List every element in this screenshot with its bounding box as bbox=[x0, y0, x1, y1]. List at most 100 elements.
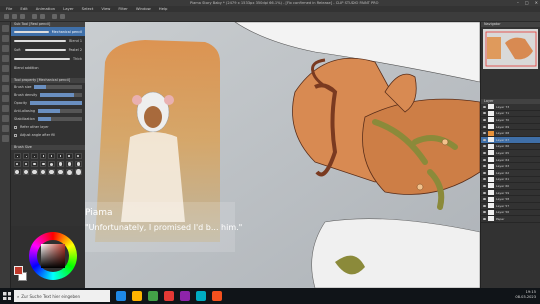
eye-icon[interactable] bbox=[483, 165, 486, 168]
layer-row[interactable]: Layer 58 bbox=[481, 196, 540, 203]
property-brush-density[interactable]: Brush density bbox=[11, 91, 85, 99]
maximize-button[interactable]: □ bbox=[525, 0, 529, 5]
layer-row[interactable]: Layer 70 bbox=[481, 117, 540, 124]
size-preset[interactable] bbox=[31, 169, 38, 175]
layer-row[interactable]: Layer 65 bbox=[481, 150, 540, 157]
canvas[interactable]: Piama "Unfortunately, I promised I'd b..… bbox=[85, 22, 480, 288]
eye-icon[interactable] bbox=[483, 198, 486, 201]
size-preset[interactable] bbox=[74, 169, 82, 175]
brush-item[interactable]: Blend addition bbox=[11, 63, 85, 72]
brush-item[interactable]: Blend 1 bbox=[11, 36, 85, 45]
brush-item[interactable]: Mechanical pencil bbox=[11, 27, 85, 36]
close-button[interactable]: ✕ bbox=[535, 0, 538, 5]
zoom-tool-icon[interactable] bbox=[2, 25, 9, 32]
airbrush-tool-icon[interactable] bbox=[2, 95, 9, 102]
taskbar-app-icon[interactable] bbox=[148, 291, 158, 301]
layer-row[interactable]: Paper bbox=[481, 216, 540, 223]
navigator-preview[interactable] bbox=[483, 29, 538, 69]
property-slider[interactable] bbox=[30, 101, 82, 105]
layer-row[interactable]: Layer 68 bbox=[481, 130, 540, 137]
size-preset[interactable] bbox=[39, 153, 47, 159]
layer-row[interactable]: Layer 64 bbox=[481, 157, 540, 164]
layer-row[interactable]: Layer 73 bbox=[481, 104, 540, 111]
property-slider[interactable] bbox=[38, 109, 82, 113]
eye-icon[interactable] bbox=[483, 178, 486, 181]
layer-row[interactable]: Layer 69 bbox=[481, 124, 540, 131]
taskbar-app-icon[interactable] bbox=[180, 291, 190, 301]
undo-icon[interactable] bbox=[32, 14, 37, 19]
size-preset[interactable] bbox=[74, 161, 82, 167]
size-preset[interactable] bbox=[14, 169, 21, 175]
taskbar-app-icon[interactable] bbox=[164, 291, 174, 301]
layer-row[interactable]: Layer 63 bbox=[481, 163, 540, 170]
property-slider[interactable] bbox=[34, 85, 82, 89]
checkbox[interactable] bbox=[14, 125, 17, 129]
transform-icon[interactable] bbox=[60, 14, 65, 19]
size-preset[interactable] bbox=[65, 169, 73, 175]
brush-item[interactable]: Soft Pastel 2 bbox=[11, 45, 85, 54]
eye-icon[interactable] bbox=[483, 125, 486, 128]
eye-icon[interactable] bbox=[483, 132, 486, 135]
eye-icon[interactable] bbox=[483, 217, 486, 220]
eraser-tool-icon[interactable] bbox=[2, 105, 9, 112]
open-icon[interactable] bbox=[12, 14, 17, 19]
clear-icon[interactable] bbox=[52, 14, 57, 19]
eye-icon[interactable] bbox=[483, 171, 486, 174]
eye-icon[interactable] bbox=[483, 138, 486, 141]
minimize-button[interactable]: – bbox=[517, 0, 519, 5]
selection-tool-icon[interactable] bbox=[2, 45, 9, 52]
layer-row[interactable]: Layer 57 bbox=[481, 203, 540, 210]
text-tool-icon[interactable] bbox=[2, 135, 9, 142]
size-preset[interactable] bbox=[65, 161, 73, 167]
size-preset[interactable] bbox=[22, 161, 30, 167]
eye-icon[interactable] bbox=[483, 158, 486, 161]
size-preset[interactable] bbox=[39, 161, 47, 167]
eye-icon[interactable] bbox=[483, 151, 486, 154]
size-preset[interactable] bbox=[57, 169, 64, 175]
property-anti-aliasing[interactable]: Anti-aliasing bbox=[11, 107, 85, 115]
eye-icon[interactable] bbox=[483, 145, 486, 148]
property-slider[interactable] bbox=[40, 93, 82, 97]
gradient-tool-icon[interactable] bbox=[2, 125, 9, 132]
brush-item[interactable]: Thick bbox=[11, 54, 85, 63]
redo-icon[interactable] bbox=[40, 14, 45, 19]
new-icon[interactable] bbox=[4, 14, 9, 19]
size-preset[interactable] bbox=[31, 153, 38, 159]
check-refer-layer[interactable]: Refer other layer bbox=[11, 123, 85, 131]
hue-ring[interactable] bbox=[29, 232, 77, 280]
property-slider[interactable] bbox=[37, 117, 82, 121]
layer-row[interactable]: Layer 61 bbox=[481, 176, 540, 184]
eye-icon[interactable] bbox=[483, 184, 486, 187]
layer-row[interactable]: Layer 56 bbox=[481, 209, 540, 217]
size-preset[interactable] bbox=[22, 169, 30, 175]
size-preset[interactable] bbox=[57, 153, 64, 159]
layer-row[interactable]: Layer 62 bbox=[481, 170, 540, 177]
eye-icon[interactable] bbox=[483, 204, 486, 207]
saturation-value-square[interactable] bbox=[41, 244, 65, 268]
size-preset[interactable] bbox=[39, 169, 47, 175]
layer-row[interactable]: Layer 71 bbox=[481, 110, 540, 118]
taskbar-search[interactable]: ⌕ Zur Suche Text hier eingeben bbox=[14, 290, 110, 302]
size-preset[interactable] bbox=[48, 169, 56, 175]
layer-row[interactable]: Layer 66 bbox=[481, 143, 540, 151]
eyedropper-tool-icon[interactable] bbox=[2, 55, 9, 62]
size-preset[interactable] bbox=[31, 161, 38, 167]
brush-tool-icon[interactable] bbox=[2, 85, 9, 92]
size-preset[interactable] bbox=[48, 161, 56, 167]
eye-icon[interactable] bbox=[483, 211, 486, 214]
pencil-tool-icon[interactable] bbox=[2, 75, 9, 82]
fill-tool-icon[interactable] bbox=[2, 115, 9, 122]
layer-row[interactable]: Layer 67 bbox=[481, 136, 540, 144]
size-preset[interactable] bbox=[48, 153, 56, 159]
property-brush-size[interactable]: Brush size bbox=[11, 83, 85, 91]
checkbox[interactable] bbox=[14, 133, 17, 137]
main-color-swatch[interactable] bbox=[14, 266, 23, 275]
size-preset[interactable] bbox=[74, 153, 82, 159]
check-adjust-angle[interactable]: Adjust angle after fill bbox=[11, 131, 85, 139]
taskbar-app-icon[interactable] bbox=[132, 291, 142, 301]
eye-icon[interactable] bbox=[483, 105, 486, 108]
eye-icon[interactable] bbox=[483, 112, 486, 115]
eye-icon[interactable] bbox=[483, 118, 486, 121]
taskbar-app-icon[interactable] bbox=[116, 291, 126, 301]
size-preset[interactable] bbox=[14, 153, 21, 159]
